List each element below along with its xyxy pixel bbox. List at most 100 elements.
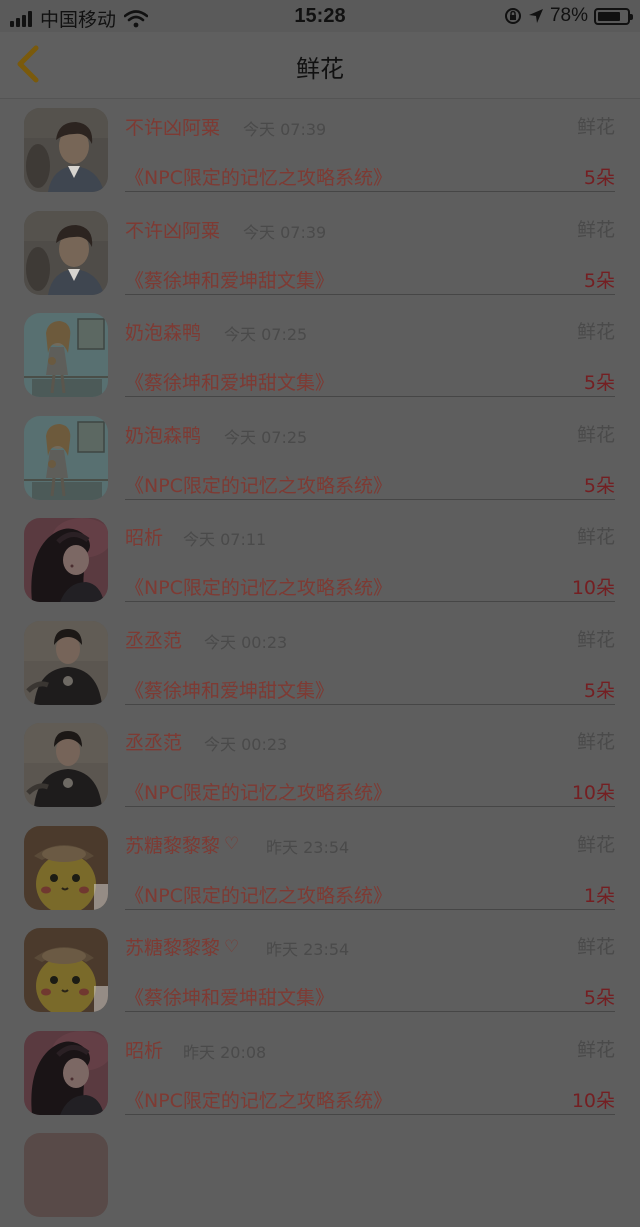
location-arrow-icon bbox=[528, 9, 543, 23]
flower-gift-row[interactable]: 奶泡森鸭 今天 07:25 鲜花《NPC限定的记忆之攻略系统》 5朵 bbox=[0, 407, 640, 510]
sender-name[interactable]: 苏糖黎黎黎 ♡ bbox=[125, 831, 239, 858]
gift-time: 今天 07:25 bbox=[224, 427, 308, 447]
flower-gift-row[interactable]: 不许凶阿粟 今天 07:39 鲜花《NPC限定的记忆之攻略系统》 5朵 bbox=[0, 99, 640, 202]
flower-gift-row-partial bbox=[0, 1124, 640, 1227]
flower-count: 5朵 bbox=[583, 474, 615, 497]
flower-gift-row[interactable]: 昭析 昨天 20:08 鲜花《NPC限定的记忆之攻略系统》 10朵 bbox=[0, 1022, 640, 1125]
gift-type: 鲜花 bbox=[576, 423, 615, 446]
gift-type: 鲜花 bbox=[576, 833, 615, 856]
avatar-woman-portrait[interactable] bbox=[24, 518, 108, 602]
sender-name[interactable]: 奶泡森鸭 bbox=[125, 421, 201, 448]
navigation-bar: 鲜花 bbox=[0, 32, 640, 99]
row-divider bbox=[125, 806, 615, 807]
row-divider bbox=[125, 293, 615, 295]
avatar-pikachu-detective[interactable] bbox=[24, 825, 108, 910]
sender-name[interactable]: 丞丞范 bbox=[125, 728, 182, 755]
flower-count: 5朵 bbox=[583, 167, 615, 189]
avatar-anime-girl[interactable] bbox=[24, 313, 108, 397]
sender-name-text: 昭析 bbox=[125, 1039, 164, 1062]
gift-time: 今天 00:23 bbox=[204, 735, 288, 754]
flower-gift-row[interactable]: 苏糖黎黎黎 ♡ 昨天 23:54 鲜花《NPC限定的记忆之攻略系统》 1朵 bbox=[0, 817, 640, 920]
sender-name[interactable]: 不许凶阿粟 bbox=[125, 113, 220, 140]
row-divider bbox=[125, 498, 615, 500]
sender-name-text: 昭析 bbox=[125, 527, 164, 549]
gift-type: 鲜花 bbox=[576, 731, 615, 753]
sender-name-text: 苏糖黎黎黎 bbox=[125, 937, 221, 959]
avatar-boy-portrait[interactable] bbox=[24, 108, 108, 192]
sender-name[interactable]: 奶泡森鸭 bbox=[125, 318, 201, 345]
avatar-man-black-shirt[interactable] bbox=[24, 723, 108, 807]
flower-gift-row[interactable]: 丞丞范 今天 00:23 鲜花《蔡徐坤和爱坤甜文集》 5朵 bbox=[0, 612, 640, 715]
flower-count: 1朵 bbox=[583, 884, 615, 907]
gift-time: 今天 07:25 bbox=[224, 325, 308, 344]
sender-name[interactable]: 不许凶阿粟 bbox=[125, 216, 220, 243]
flower-count: 10朵 bbox=[571, 782, 615, 804]
avatar-anime-girl[interactable] bbox=[24, 415, 108, 500]
book-title-link[interactable]: 《蔡徐坤和爱坤甜文集》 bbox=[125, 266, 334, 293]
book-title-link[interactable]: 《NPC限定的记忆之攻略系统》 bbox=[125, 1086, 392, 1113]
row-divider bbox=[125, 908, 615, 910]
sender-name-text: 不许凶阿粟 bbox=[125, 117, 221, 139]
gift-time: 今天 00:23 bbox=[204, 632, 288, 652]
book-title-link[interactable]: 《NPC限定的记忆之攻略系统》 bbox=[125, 881, 392, 908]
book-title-link[interactable]: 《NPC限定的记忆之攻略系统》 bbox=[125, 573, 392, 600]
sender-name[interactable]: 丞丞范 bbox=[125, 626, 182, 653]
flower-gift-row[interactable]: 丞丞范 今天 00:23 鲜花《NPC限定的记忆之攻略系统》 10朵 bbox=[0, 714, 640, 817]
book-title-link[interactable]: 《蔡徐坤和爱坤甜文集》 bbox=[125, 676, 334, 703]
row-divider bbox=[125, 191, 615, 192]
page-title: 鲜花 bbox=[296, 55, 344, 83]
avatar-man-black-shirt[interactable] bbox=[24, 620, 108, 705]
orientation-lock-icon bbox=[504, 8, 521, 24]
battery-percent: 78% bbox=[549, 5, 588, 26]
sender-name-text: 丞丞范 bbox=[125, 732, 183, 754]
flower-count: 5朵 bbox=[583, 269, 615, 292]
avatar-partial bbox=[24, 1133, 108, 1217]
avatar-woman-portrait[interactable] bbox=[24, 1030, 108, 1115]
sender-name-text: 奶泡森鸭 bbox=[125, 322, 202, 344]
sender-name[interactable]: 苏糖黎黎黎 ♡ bbox=[125, 933, 239, 960]
status-right: 78% bbox=[504, 5, 633, 27]
flower-count: 5朵 bbox=[583, 679, 615, 702]
row-divider bbox=[125, 601, 615, 602]
avatar-boy-portrait[interactable] bbox=[24, 210, 108, 295]
sender-name-text: 苏糖黎黎黎 bbox=[125, 834, 221, 857]
flower-count: 5朵 bbox=[583, 987, 615, 1009]
avatar-pikachu-detective[interactable] bbox=[24, 928, 108, 1012]
book-title-link[interactable]: 《蔡徐坤和爱坤甜文集》 bbox=[125, 983, 334, 1010]
gift-time: 昨天 23:54 bbox=[266, 940, 350, 959]
book-title-link[interactable]: 《NPC限定的记忆之攻略系统》 bbox=[125, 778, 392, 805]
gift-type: 鲜花 bbox=[576, 628, 615, 651]
book-title-link[interactable]: 《蔡徐坤和爱坤甜文集》 bbox=[125, 368, 334, 395]
row-divider bbox=[125, 703, 615, 705]
flower-count: 10朵 bbox=[571, 577, 615, 599]
flower-gift-row[interactable]: 不许凶阿粟 今天 07:39 鲜花《蔡徐坤和爱坤甜文集》 5朵 bbox=[0, 202, 640, 305]
gift-type: 鲜花 bbox=[576, 218, 615, 241]
gift-type: 鲜花 bbox=[576, 321, 615, 343]
gift-time: 今天 07:11 bbox=[183, 530, 267, 549]
book-title-link[interactable]: 《NPC限定的记忆之攻略系统》 bbox=[125, 163, 392, 190]
heart-icon: ♡ bbox=[224, 834, 240, 854]
gift-time: 昨天 20:08 bbox=[183, 1042, 267, 1062]
gift-time: 今天 07:39 bbox=[243, 120, 327, 139]
sender-name[interactable]: 昭析 bbox=[125, 1036, 163, 1063]
flower-count: 5朵 bbox=[583, 372, 615, 394]
flower-count: 10朵 bbox=[571, 1089, 615, 1112]
sender-name-text: 丞丞范 bbox=[125, 629, 183, 652]
sender-name[interactable]: 昭析 bbox=[125, 523, 163, 550]
book-title-link[interactable]: 《NPC限定的记忆之攻略系统》 bbox=[125, 471, 392, 498]
gift-type: 鲜花 bbox=[576, 526, 615, 548]
flower-gift-row[interactable]: 苏糖黎黎黎 ♡ 昨天 23:54 鲜花《蔡徐坤和爱坤甜文集》 5朵 bbox=[0, 919, 640, 1022]
gift-time: 今天 07:39 bbox=[243, 222, 327, 242]
flower-gift-row[interactable]: 昭析 今天 07:11 鲜花《NPC限定的记忆之攻略系统》 10朵 bbox=[0, 509, 640, 612]
battery-icon bbox=[594, 7, 633, 25]
flower-gift-row[interactable]: 奶泡森鸭 今天 07:25 鲜花《蔡徐坤和爱坤甜文集》 5朵 bbox=[0, 304, 640, 407]
row-divider bbox=[125, 396, 615, 397]
gift-type: 鲜花 bbox=[576, 116, 615, 138]
gift-type: 鲜花 bbox=[576, 1038, 615, 1061]
status-bar: 中国移动 15:28 78% bbox=[0, 0, 640, 32]
gift-type: 鲜花 bbox=[576, 936, 615, 958]
sender-name-text: 奶泡森鸭 bbox=[125, 424, 202, 447]
sender-name-text: 不许凶阿粟 bbox=[125, 219, 221, 242]
flower-gift-list: 不许凶阿粟 今天 07:39 鲜花 《NPC限定的记忆之攻略系统》 5朵 不许凶阿粟 今天… bbox=[0, 99, 640, 1227]
gift-time: 昨天 23:54 bbox=[266, 837, 350, 857]
